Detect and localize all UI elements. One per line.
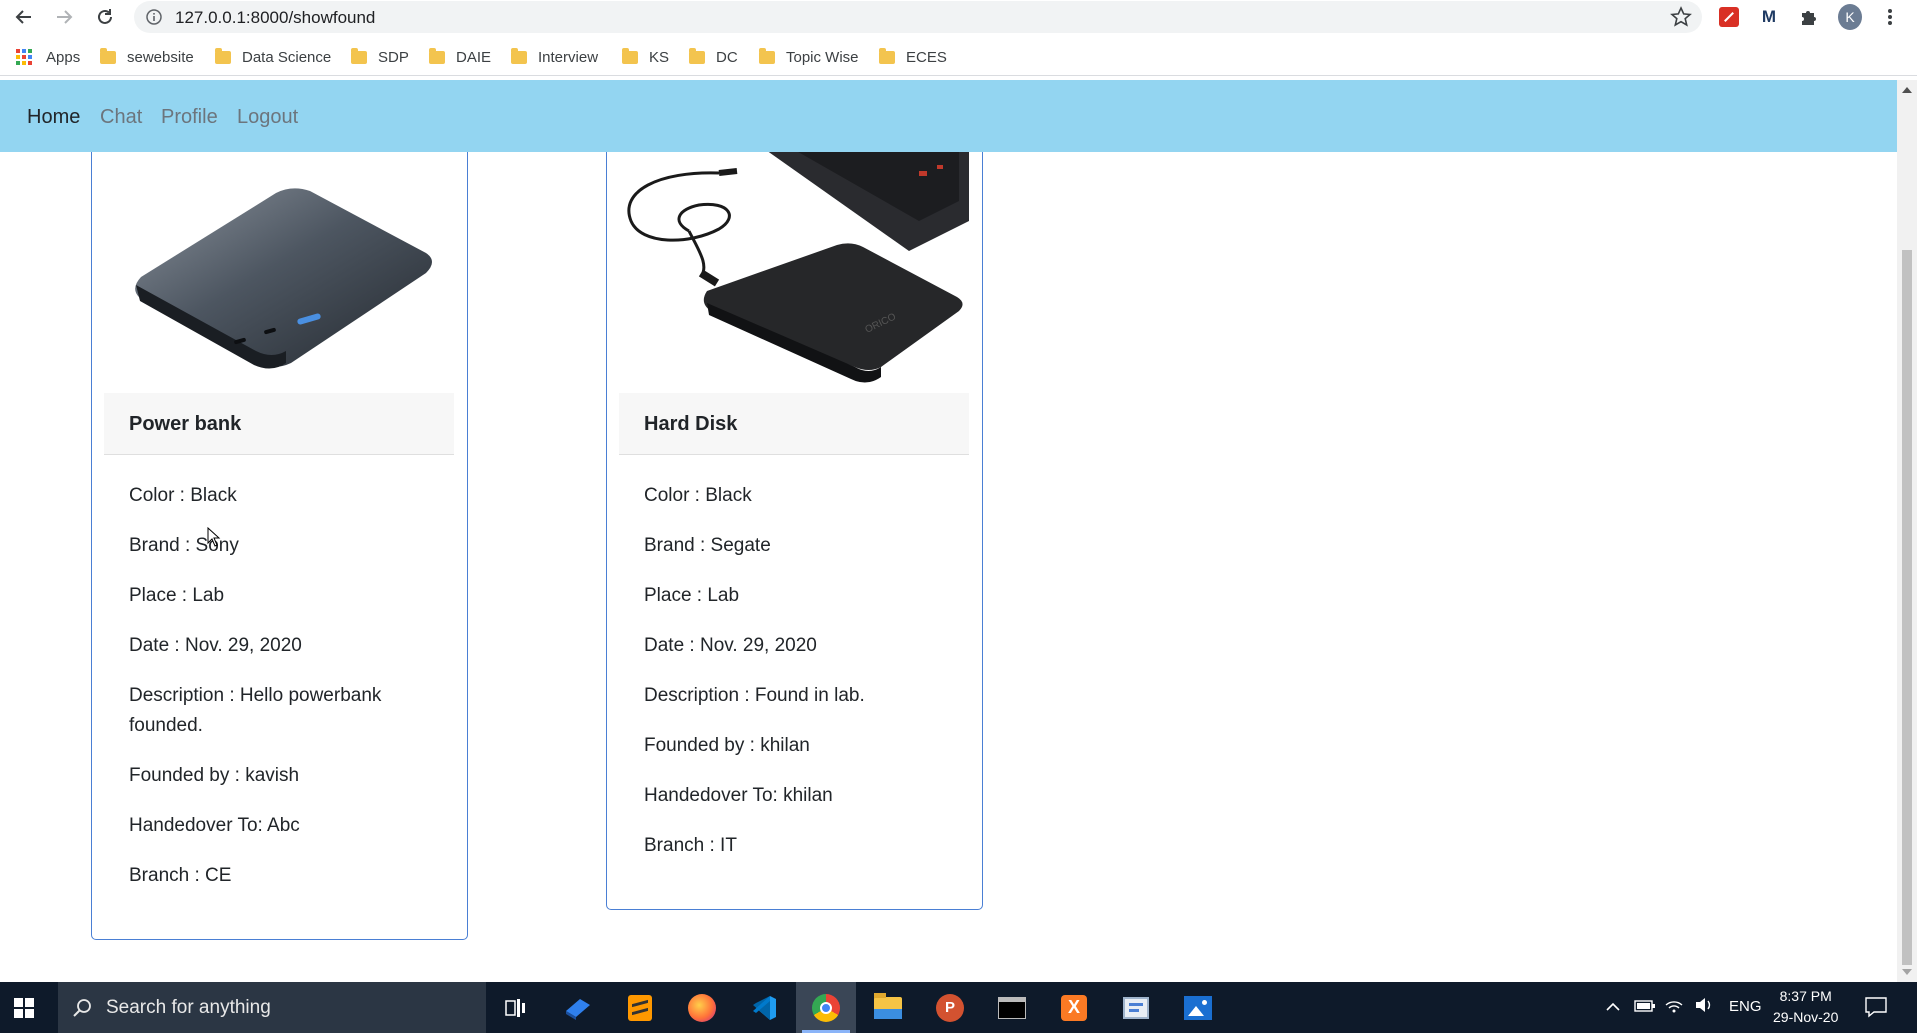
hard-disk-image: ORICO — [619, 141, 969, 393]
folder-icon — [429, 47, 445, 64]
item-date: Date : Nov. 29, 2020 — [644, 635, 817, 656]
task-view-icon[interactable] — [486, 982, 546, 1033]
power-bank-image — [104, 141, 454, 393]
item-brand: Brand : Segate — [644, 535, 771, 556]
folder-icon — [879, 47, 895, 64]
item-color: Color : Black — [644, 485, 752, 506]
battery-icon[interactable] — [1634, 999, 1656, 1013]
bookmark-folder[interactable]: DAIE — [429, 46, 491, 68]
item-brand: Brand : Sony — [129, 535, 239, 556]
folder-icon — [351, 47, 367, 64]
nav-chat-link[interactable]: Chat — [100, 106, 142, 129]
item-handed-over-to: Handedover To: Abc — [129, 815, 300, 836]
back-icon[interactable] — [12, 5, 36, 29]
photos-icon[interactable] — [1168, 982, 1228, 1033]
item-founded-by: Founded by : khilan — [644, 735, 810, 756]
show-hidden-icons-icon[interactable] — [1605, 1002, 1621, 1012]
bookmark-folder[interactable]: DC — [689, 46, 738, 68]
taskbar-clock[interactable]: 8:37 PM 29-Nov-20 — [1773, 986, 1838, 1028]
nav-home-link[interactable]: Home — [27, 106, 80, 129]
item-card-hard-disk: ORICO Hard Disk Color : Black Brand : Se… — [606, 140, 983, 910]
terminal-icon[interactable] — [982, 982, 1042, 1033]
item-card-power-bank: Power bank Color : Black Brand : Sony Pl… — [91, 140, 468, 940]
powerpoint-icon[interactable]: P — [920, 982, 980, 1033]
mouse-cursor-icon — [207, 527, 221, 547]
firefox-icon[interactable] — [672, 982, 732, 1033]
clock-time: 8:37 PM — [1779, 988, 1832, 1004]
bookmark-folder[interactable]: SDP — [351, 46, 409, 68]
folder-icon — [215, 47, 231, 64]
nav-logout-link[interactable]: Logout — [237, 106, 298, 129]
bookmark-folder[interactable]: ECES — [879, 46, 947, 68]
bookmark-folder[interactable]: KS — [622, 46, 669, 68]
bookmark-folder[interactable]: Topic Wise — [759, 46, 859, 68]
search-placeholder: Search for anything — [106, 997, 271, 1018]
bookmarks-bar: Apps sewebsite Data Science SDP DAIE Int… — [0, 38, 1917, 76]
item-title: Hard Disk — [644, 413, 738, 435]
sublime-text-icon[interactable] — [610, 982, 670, 1033]
item-place: Place : Lab — [644, 585, 740, 606]
vscode-icon[interactable] — [734, 982, 794, 1033]
taskbar-search[interactable]: Search for anything — [58, 982, 486, 1033]
wifi-icon[interactable] — [1664, 996, 1684, 1014]
search-icon — [73, 999, 91, 1017]
scrollbar-thumb[interactable] — [1902, 250, 1912, 965]
clock-date: 29-Nov-20 — [1773, 1009, 1839, 1025]
scroll-down-icon[interactable] — [1902, 969, 1912, 975]
browser-toolbar: 127.0.0.1:8000/showfound M K — [0, 0, 1917, 34]
extension-m-icon[interactable]: M — [1757, 5, 1781, 29]
apps-grid-icon — [16, 49, 32, 65]
item-date: Date : Nov. 29, 2020 — [129, 635, 302, 656]
item-description: Description : Found in lab. — [644, 685, 865, 706]
volume-icon[interactable] — [1694, 996, 1714, 1014]
url-text[interactable]: 127.0.0.1:8000/showfound — [175, 8, 375, 28]
item-description-cont: founded. — [129, 715, 203, 736]
item-handed-over-to: Handedover To: khilan — [644, 785, 833, 806]
app-icon-blue[interactable] — [548, 982, 608, 1033]
extension-red-icon[interactable] — [1717, 5, 1741, 29]
bookmark-folder[interactable]: sewebsite — [100, 46, 194, 68]
card-header: Hard Disk — [619, 393, 969, 455]
browser-menu-icon[interactable] — [1878, 5, 1902, 29]
file-explorer-icon[interactable] — [858, 982, 918, 1033]
windows-taskbar: Search for anything P X ENG 8:37 PM 29-N… — [0, 982, 1917, 1033]
chrome-icon[interactable] — [796, 982, 856, 1033]
page-viewport: Home Chat Profile Logout Power bank Colo… — [0, 80, 1917, 982]
site-navbar: Home Chat Profile Logout — [0, 80, 1897, 152]
language-indicator[interactable]: ENG — [1729, 998, 1762, 1015]
bookmark-apps[interactable]: Apps — [16, 46, 80, 68]
folder-icon — [689, 47, 705, 64]
card-header: Power bank — [104, 393, 454, 455]
bookmark-folder[interactable]: Data Science — [215, 46, 331, 68]
bookmark-star-icon[interactable] — [1670, 6, 1692, 28]
item-founded-by: Founded by : kavish — [129, 765, 300, 786]
address-bar[interactable]: 127.0.0.1:8000/showfound — [134, 1, 1702, 33]
profile-avatar[interactable]: K — [1838, 4, 1862, 30]
extensions-puzzle-icon[interactable] — [1797, 5, 1821, 29]
reload-icon[interactable] — [93, 5, 117, 29]
item-color: Color : Black — [129, 485, 237, 506]
item-branch: Branch : IT — [644, 835, 737, 856]
forward-icon[interactable] — [52, 5, 76, 29]
info-icon[interactable] — [146, 9, 162, 25]
page-scrollbar[interactable] — [1897, 80, 1917, 982]
windows-start-icon[interactable] — [14, 998, 34, 1018]
folder-icon — [100, 47, 116, 64]
item-branch: Branch : CE — [129, 865, 232, 886]
notifications-icon[interactable] — [1864, 996, 1888, 1018]
item-place: Place : Lab — [129, 585, 225, 606]
folder-icon — [511, 47, 527, 64]
folder-icon — [622, 47, 638, 64]
item-title: Power bank — [129, 413, 242, 435]
xampp-icon[interactable]: X — [1044, 982, 1104, 1033]
folder-icon — [759, 47, 775, 64]
scroll-up-icon[interactable] — [1902, 87, 1912, 93]
item-description: Description : Hello powerbank — [129, 685, 382, 706]
app-icon-document[interactable] — [1106, 982, 1166, 1033]
nav-profile-link[interactable]: Profile — [161, 106, 218, 129]
bookmark-folder[interactable]: Interview — [511, 46, 598, 68]
